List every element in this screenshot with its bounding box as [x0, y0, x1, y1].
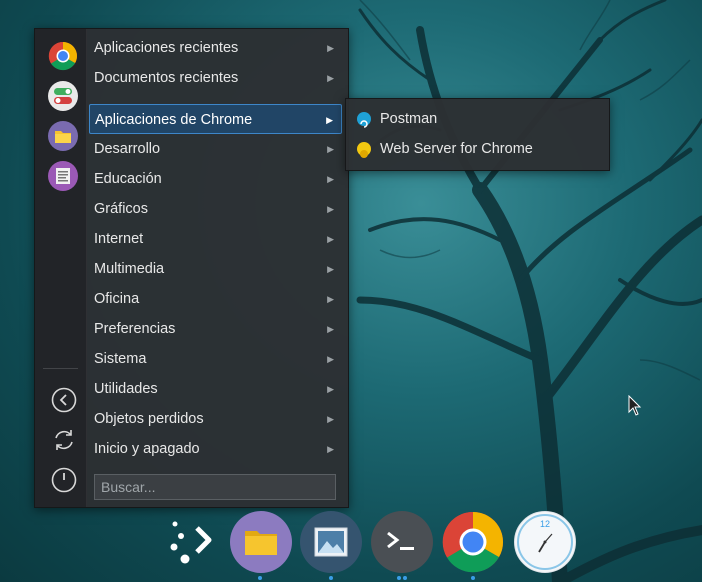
clock-icon[interactable]: 12 — [514, 511, 576, 573]
files-folder-icon[interactable] — [48, 121, 78, 151]
chevron-right-icon: ▶ — [327, 264, 334, 274]
chevron-right-icon: ▶ — [327, 384, 334, 394]
chrome-icon[interactable] — [442, 511, 504, 573]
menu-item-label: Desarrollo — [94, 141, 161, 157]
settings-toggle-icon[interactable] — [48, 81, 78, 111]
menu-item-label: Preferencias — [94, 321, 176, 337]
web-server-icon — [357, 142, 371, 158]
running-indicator — [258, 576, 262, 580]
back-icon[interactable] — [50, 386, 77, 413]
clock-label: 12 — [540, 519, 550, 529]
menu-item-internet[interactable]: Internet ▶ — [89, 224, 342, 254]
menu-item-education[interactable]: Educación ▶ — [89, 164, 342, 194]
chevron-right-icon: ▶ — [327, 204, 334, 214]
submenu-item-label: Postman — [380, 111, 438, 127]
menu-item-label: Educación — [94, 171, 162, 187]
chevron-right-icon: ▶ — [327, 234, 334, 244]
chevron-right-icon: ▶ — [327, 324, 334, 334]
menu-item-chrome-apps[interactable]: Aplicaciones de Chrome ▶ — [89, 104, 342, 134]
chevron-right-icon: ▶ — [327, 354, 334, 364]
chevron-right-icon: ▶ — [327, 414, 334, 424]
menu-item-recent-apps[interactable]: Aplicaciones recientes ▶ — [89, 33, 342, 63]
postman-icon — [357, 112, 371, 128]
running-indicator — [403, 576, 407, 580]
menu-item-label: Documentos recientes — [94, 70, 239, 86]
menu-item-system[interactable]: Sistema ▶ — [89, 344, 342, 374]
menu-item-preferences[interactable]: Preferencias ▶ — [89, 314, 342, 344]
chrome-icon[interactable] — [48, 41, 78, 71]
chevron-right-icon: ▶ — [327, 144, 334, 154]
terminal-icon[interactable] — [371, 511, 433, 573]
sidebar-divider — [43, 368, 78, 369]
menu-sidebar — [35, 29, 87, 507]
menu-item-label: Aplicaciones de Chrome — [95, 112, 253, 128]
menu-item-graphics[interactable]: Gráficos ▶ — [89, 194, 342, 224]
chevron-right-icon: ▶ — [327, 174, 334, 184]
menu-item-label: Multimedia — [94, 261, 165, 277]
menu-item-label: Aplicaciones recientes — [94, 40, 239, 56]
submenu-item-label: Web Server for Chrome — [380, 141, 533, 157]
menu-item-label: Inicio y apagado — [94, 441, 200, 457]
menu-item-multimedia[interactable]: Multimedia ▶ — [89, 254, 342, 284]
running-indicator — [471, 576, 475, 580]
menu-item-label: Gráficos — [94, 201, 148, 217]
menu-item-utilities[interactable]: Utilidades ▶ — [89, 374, 342, 404]
running-indicator — [397, 576, 401, 580]
search-input[interactable] — [94, 474, 336, 500]
text-editor-icon[interactable] — [48, 161, 78, 191]
chevron-right-icon: ▶ — [327, 73, 334, 83]
menu-item-label: Objetos perdidos — [94, 411, 204, 427]
menu-category-list: Aplicaciones recientes ▶ Documentos recie… — [89, 33, 342, 464]
power-icon[interactable] — [50, 466, 77, 493]
chevron-right-icon: ▶ — [326, 115, 333, 125]
chrome-apps-submenu: Postman Web Server for Chrome — [345, 98, 610, 171]
menu-item-label: Internet — [94, 231, 144, 247]
file-manager-icon[interactable] — [230, 511, 292, 573]
menu-item-recent-documents[interactable]: Documentos recientes ▶ — [89, 63, 342, 93]
launcher-icon[interactable] — [160, 511, 222, 573]
submenu-item-web-server[interactable]: Web Server for Chrome — [346, 134, 609, 164]
menu-item-label: Sistema — [94, 351, 147, 367]
menu-item-lost-objects[interactable]: Objetos perdidos ▶ — [89, 404, 342, 434]
submenu-item-postman[interactable]: Postman — [346, 104, 609, 134]
menu-item-office[interactable]: Oficina ▶ — [89, 284, 342, 314]
menu-item-label: Utilidades — [94, 381, 158, 397]
refresh-icon[interactable] — [50, 426, 77, 453]
application-menu: Aplicaciones recientes ▶ Documentos recie… — [34, 28, 349, 508]
chevron-right-icon: ▶ — [327, 294, 334, 304]
menu-item-startup-shutdown[interactable]: Inicio y apagado ▶ — [89, 434, 342, 464]
menu-item-label: Oficina — [94, 291, 140, 307]
menu-item-development[interactable]: Desarrollo ▶ — [89, 134, 342, 164]
chevron-right-icon: ▶ — [327, 43, 334, 53]
running-indicator — [329, 576, 333, 580]
mouse-cursor-icon — [628, 395, 642, 416]
image-viewer-icon[interactable] — [300, 511, 362, 573]
chevron-right-icon: ▶ — [327, 444, 334, 454]
